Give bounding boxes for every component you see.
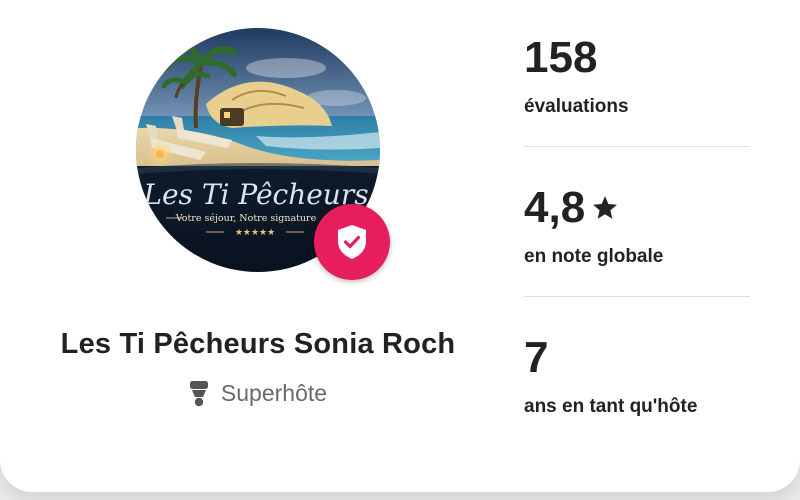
stats-divider xyxy=(524,146,750,147)
star-icon xyxy=(593,196,618,219)
stat-years-hosting: 7 ans en tant qu'hôte xyxy=(524,336,750,418)
superhost-medal-icon xyxy=(189,380,208,406)
stat-rating: 4,8 en note globale xyxy=(524,186,750,268)
host-name: Les Ti Pêcheurs Sonia Roch xyxy=(60,328,456,360)
stat-reviews-value: 158 xyxy=(524,36,750,80)
reviews-count: 158 xyxy=(524,33,598,82)
superhost-label: Superhôte xyxy=(220,380,328,406)
stat-reviews-label: évaluations xyxy=(524,96,629,117)
years-hosting-count: 7 xyxy=(524,333,549,382)
stat-years-value: 7 xyxy=(524,336,750,380)
avatar-logo-title: Les Ti Pêcheurs xyxy=(142,178,368,211)
stats-divider xyxy=(524,296,750,297)
shield-check-icon xyxy=(338,225,366,259)
stat-years-label: ans en tant qu'hôte xyxy=(524,396,698,417)
superhost-badge: Superhôte xyxy=(0,380,516,407)
host-profile-card: Les Ti Pêcheurs Votre séjour, Notre sign… xyxy=(0,0,800,492)
stat-rating-label: en note globale xyxy=(524,246,664,267)
host-avatar-container[interactable]: Les Ti Pêcheurs Votre séjour, Notre sign… xyxy=(136,28,390,280)
avatar-logo-tagline: Votre séjour, Notre signature xyxy=(175,213,317,224)
verified-badge xyxy=(314,204,390,280)
avatar-logo-stars: ★★★★★ xyxy=(235,228,275,238)
rating-value: 4,8 xyxy=(524,183,586,232)
stat-reviews: 158 évaluations xyxy=(524,36,750,118)
stat-rating-value: 4,8 xyxy=(524,186,750,230)
